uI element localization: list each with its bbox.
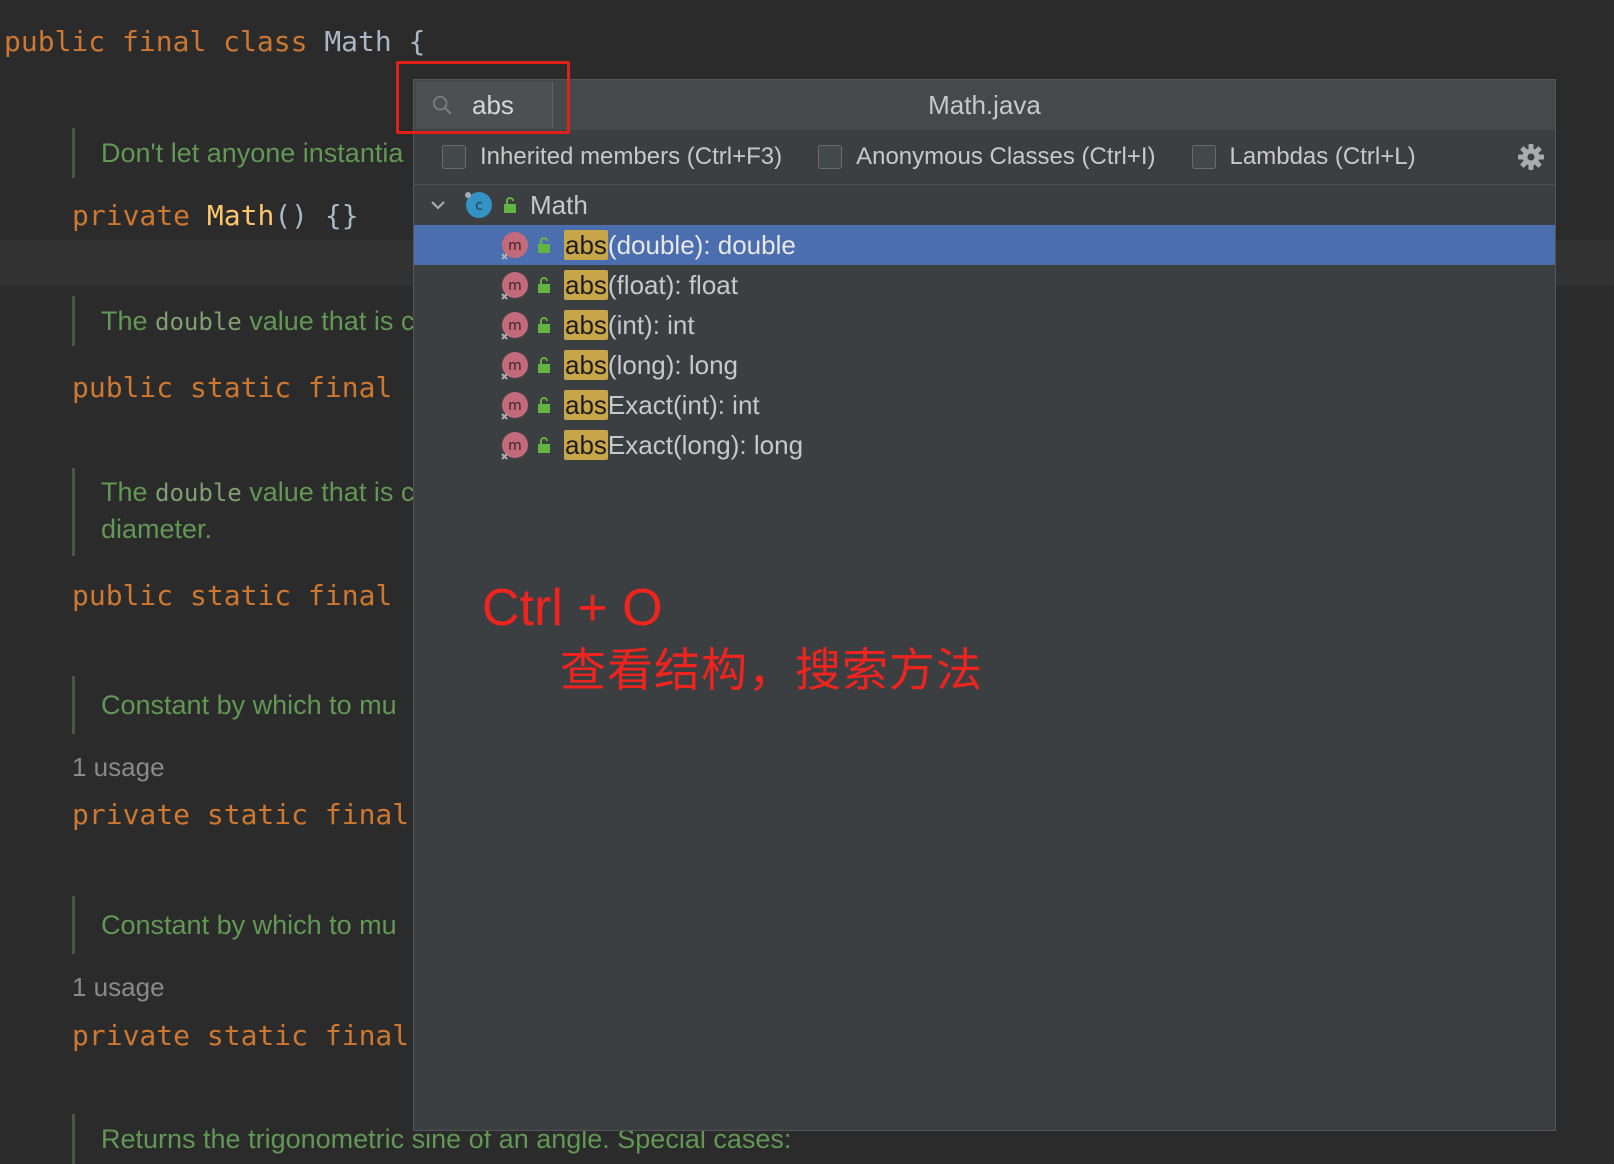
svg-text:m: m: [508, 358, 522, 374]
method-icon: m: [501, 232, 528, 260]
method-icon: m: [501, 272, 528, 300]
svg-text:m: m: [508, 398, 522, 414]
method-icon: m: [501, 432, 528, 460]
popup-header: Math.java: [414, 80, 1555, 130]
svg-text:c: c: [475, 198, 483, 214]
method-icon: m: [501, 392, 528, 420]
annotation-description: 查看结构，搜索方法: [560, 643, 983, 697]
tree-item-method[interactable]: m absExact(long): long: [414, 425, 1555, 465]
svg-text:m: m: [508, 438, 522, 454]
option-anonymous-classes[interactable]: Anonymous Classes (Ctrl+I): [818, 143, 1156, 171]
svg-text:m: m: [508, 238, 522, 254]
annotation-shortcut: Ctrl + O: [482, 579, 663, 637]
tree-root-math[interactable]: c Math: [414, 185, 1555, 225]
structure-tree: c Math m abs(double): double m abs(float…: [414, 185, 1555, 465]
public-lock-icon: [538, 437, 550, 453]
public-lock-icon: [538, 277, 550, 293]
field-line: public static final: [72, 579, 393, 612]
public-lock-icon: [504, 197, 516, 213]
doc-comment: Don't let anyone instantia: [72, 128, 403, 178]
popup-title: Math.java: [928, 90, 1041, 120]
usage-hint[interactable]: 1 usage: [72, 972, 165, 1003]
filter-options: Inherited members (Ctrl+F3) Anonymous Cl…: [414, 130, 1555, 185]
svg-text:m: m: [508, 318, 522, 334]
field-line: private static final: [72, 1019, 410, 1052]
doc-comment: The double value that is c diameter.: [72, 468, 414, 556]
tree-item-method[interactable]: m abs(double): double: [414, 225, 1555, 265]
public-lock-icon: [538, 317, 550, 333]
anonymous-classes-checkbox[interactable]: [818, 145, 843, 169]
method-icon: m: [501, 352, 528, 380]
tree-item-method[interactable]: m absExact(int): int: [414, 385, 1555, 425]
annotation-highlight-box: [396, 61, 570, 134]
method-icon: m: [501, 312, 528, 340]
doc-comment: Constant by which to mu: [72, 676, 397, 734]
doc-comment: Constant by which to mu: [72, 896, 397, 954]
class-declaration: public final class Math {: [4, 25, 426, 58]
option-lambdas[interactable]: Lambdas (Ctrl+L): [1191, 143, 1416, 171]
field-line: private static final: [72, 798, 410, 831]
class-icon: c: [465, 192, 492, 218]
option-inherited-members[interactable]: Inherited members (Ctrl+F3): [442, 143, 782, 171]
tree-item-method[interactable]: m abs(int): int: [414, 305, 1555, 345]
usage-hint[interactable]: 1 usage: [72, 752, 165, 783]
gear-icon[interactable]: [1517, 143, 1545, 171]
doc-comment: The double value that is c: [72, 296, 414, 346]
public-lock-icon: [538, 357, 550, 373]
svg-text:m: m: [508, 278, 522, 294]
tree-item-method[interactable]: m abs(long): long: [414, 345, 1555, 385]
constructor-line: private Math() {}: [72, 199, 359, 232]
tree-item-method[interactable]: m abs(float): float: [414, 265, 1555, 305]
lambdas-checkbox[interactable]: [1191, 145, 1216, 169]
public-lock-icon: [538, 397, 550, 413]
chevron-down-icon[interactable]: [428, 195, 448, 215]
inherited-members-checkbox[interactable]: [442, 145, 466, 169]
field-line: public static final: [72, 371, 393, 404]
public-lock-icon: [538, 237, 550, 253]
